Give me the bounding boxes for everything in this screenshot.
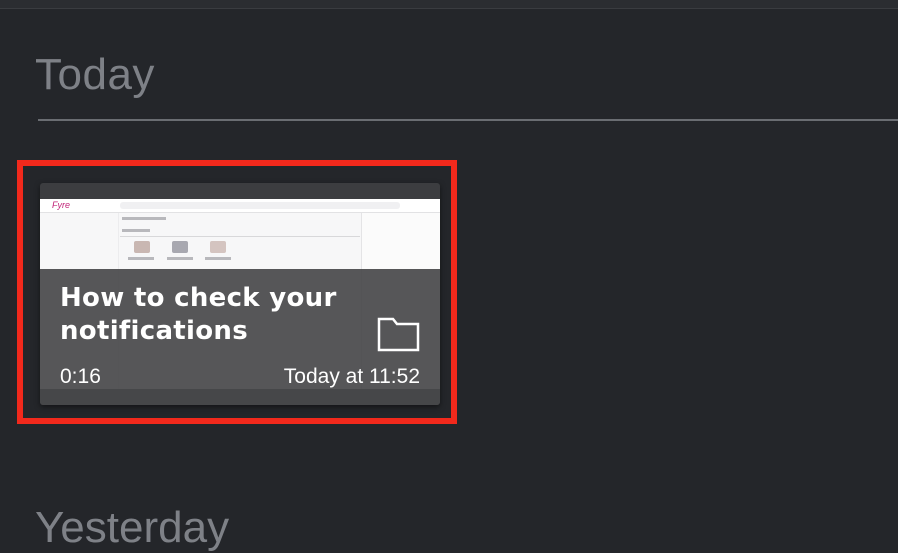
recording-duration: 0:16 [60,365,101,388]
thumbnail-tile [210,241,226,253]
thumbnail-text [122,217,166,220]
section-divider [38,119,898,121]
thumbnail-tile [134,241,150,253]
thumbnail-text [167,257,193,260]
thumbnail-text [122,229,150,232]
thumbnail-app-bar: Fyre [40,199,440,213]
thumbnail-logo: Fyre [52,200,70,210]
thumbnail-divider [120,236,360,237]
section-title-today: Today [35,50,155,99]
section-title-yesterday: Yesterday [35,503,230,552]
thumbnail-tile [172,241,188,253]
thumbnail-text [205,257,231,260]
folder-icon[interactable] [377,315,421,353]
recording-timestamp: Today at 11:52 [283,365,420,388]
thumbnail-search [120,202,400,209]
top-border [0,0,898,9]
thumbnail-text [128,257,154,260]
recording-title: How to check your notifications [60,283,337,346]
recording-card[interactable]: Fyre How to check your notifications 0:1… [40,183,440,405]
